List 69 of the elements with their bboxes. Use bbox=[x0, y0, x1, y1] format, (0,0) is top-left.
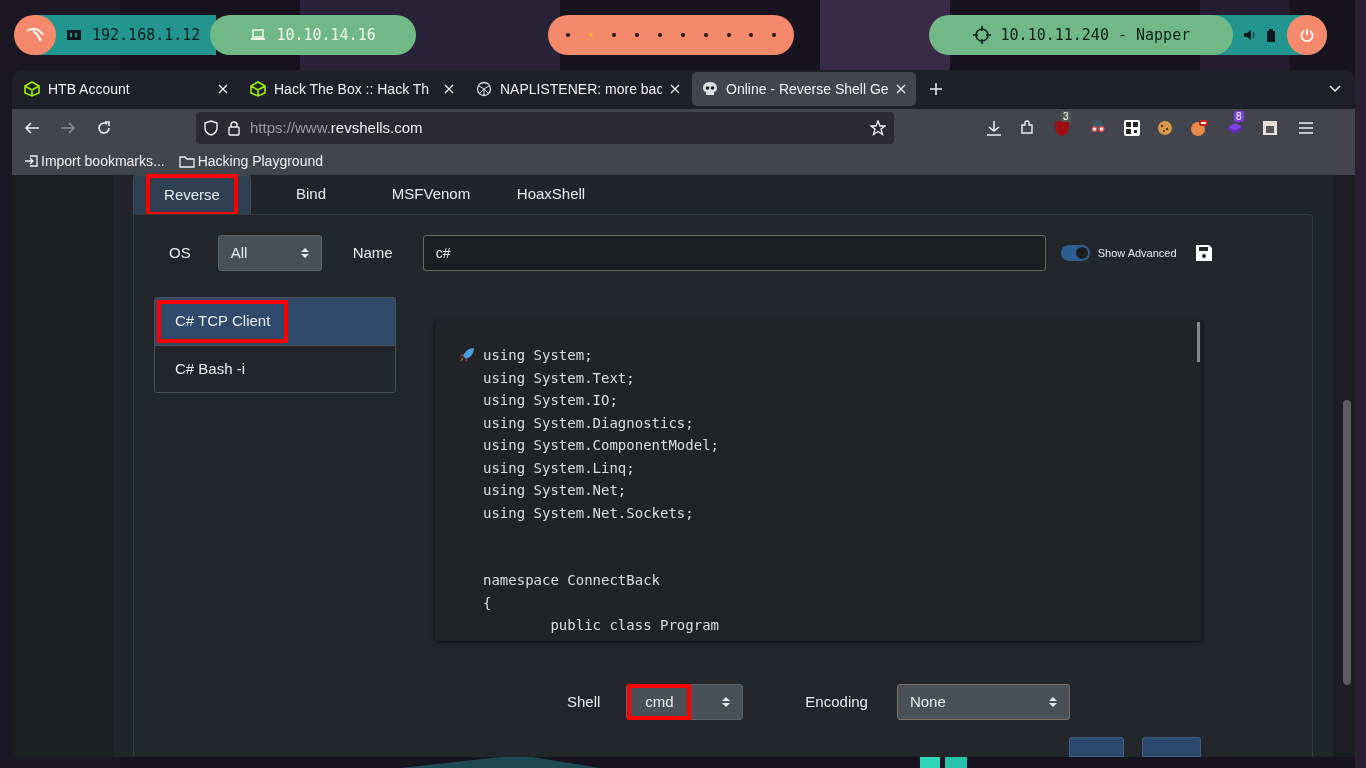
cookie-icon[interactable] bbox=[1157, 120, 1173, 137]
globe-icon bbox=[476, 81, 492, 98]
rocket-icon bbox=[459, 347, 475, 363]
address-bar[interactable]: https://www.revshells.com bbox=[196, 112, 894, 145]
tab-title: HTB Account bbox=[48, 79, 131, 99]
page-tab[interactable]: Bind bbox=[251, 175, 371, 214]
name-label: Name bbox=[352, 242, 393, 263]
reload-icon[interactable] bbox=[96, 120, 112, 137]
close-icon[interactable] bbox=[444, 84, 454, 95]
save-icon[interactable] bbox=[1194, 244, 1213, 262]
vpn-ip-text: 10.10.14.16 bbox=[276, 24, 376, 46]
code-scrollbar[interactable] bbox=[1197, 322, 1200, 362]
close-icon[interactable] bbox=[218, 84, 228, 95]
folder-icon bbox=[178, 154, 195, 168]
encoding-select[interactable]: None bbox=[896, 684, 1070, 720]
badge-count: 8 bbox=[1234, 111, 1244, 123]
name-input[interactable]: c# bbox=[422, 235, 1046, 271]
new-tab-icon[interactable] bbox=[930, 83, 942, 96]
page-tab[interactable]: MSFVenom bbox=[371, 175, 491, 214]
target-text: 10.10.11.240 - Napper bbox=[1000, 24, 1191, 46]
download-icon[interactable] bbox=[986, 120, 1002, 137]
code-text: using System; using System.Text; using System.IO; using System.Diagnostics; using System.ComponentModel; using System.Linq; using System.Net; using System.Net.Sockets; namespace ConnectBack { public class Program bbox=[483, 346, 719, 635]
toggle-switch[interactable] bbox=[1060, 245, 1090, 261]
puzzle-icon[interactable] bbox=[1019, 120, 1035, 137]
shell-label: Shell bbox=[567, 691, 601, 712]
skull-icon bbox=[702, 81, 718, 98]
qr-code-icon[interactable] bbox=[1124, 120, 1140, 137]
browser-tab[interactable]: Hack The Box :: Hack Th bbox=[240, 72, 464, 107]
encoding-label: Encoding bbox=[805, 691, 868, 712]
back-icon[interactable] bbox=[24, 121, 40, 136]
os-label: OS bbox=[169, 242, 191, 263]
network-card-icon bbox=[66, 28, 82, 42]
sort-arrows-icon bbox=[300, 247, 309, 259]
url-text: https://www.revshells.com bbox=[250, 118, 424, 139]
show-advanced-label: Show Advanced bbox=[1097, 245, 1177, 261]
cube-icon bbox=[250, 81, 266, 98]
bookmark-item[interactable]: Import bookmarks... bbox=[24, 150, 165, 172]
tab-list-icon[interactable] bbox=[1329, 85, 1341, 94]
page-tab[interactable]: Reverse bbox=[133, 175, 251, 214]
os-select[interactable]: All bbox=[217, 235, 322, 271]
bookmark-item[interactable]: Hacking Playground bbox=[178, 150, 323, 172]
forward-icon[interactable] bbox=[60, 121, 76, 136]
sort-arrows-icon bbox=[722, 696, 731, 708]
tab-title: Online - Reverse Shell Ge bbox=[726, 79, 888, 99]
volume-icon[interactable] bbox=[1243, 29, 1256, 41]
close-icon[interactable] bbox=[896, 84, 906, 95]
local-ip-text: 192.168.1.12 bbox=[92, 24, 201, 46]
crosshair-icon bbox=[972, 26, 991, 44]
tab-title: Hack The Box :: Hack Th bbox=[274, 79, 431, 99]
lock-icon bbox=[228, 120, 240, 136]
bookmark-star-icon[interactable] bbox=[870, 120, 886, 137]
close-icon[interactable] bbox=[670, 84, 680, 95]
laptop-icon bbox=[250, 29, 267, 41]
battery-icon[interactable] bbox=[1267, 28, 1276, 42]
power-button[interactable] bbox=[1287, 15, 1328, 55]
power-icon bbox=[1300, 28, 1315, 42]
shield-icon bbox=[204, 120, 218, 137]
browser-tab[interactable]: HTB Account bbox=[14, 72, 238, 107]
scrollbar[interactable] bbox=[1343, 400, 1351, 685]
menu-icon[interactable] bbox=[1299, 122, 1313, 135]
browser-tab[interactable]: Online - Reverse Shell Ge bbox=[692, 72, 916, 107]
badge-count: 3 bbox=[1061, 111, 1071, 123]
shell-list-item[interactable]: C# Bash -i bbox=[155, 345, 395, 392]
page-tab[interactable]: HoaxShell bbox=[491, 175, 611, 214]
cube-icon bbox=[24, 81, 40, 98]
shell-list-item[interactable]: C# TCP Client bbox=[155, 298, 395, 345]
sort-arrows-icon bbox=[1048, 696, 1057, 708]
shell-select[interactable]: cmd bbox=[626, 684, 744, 720]
import-icon bbox=[24, 154, 38, 169]
